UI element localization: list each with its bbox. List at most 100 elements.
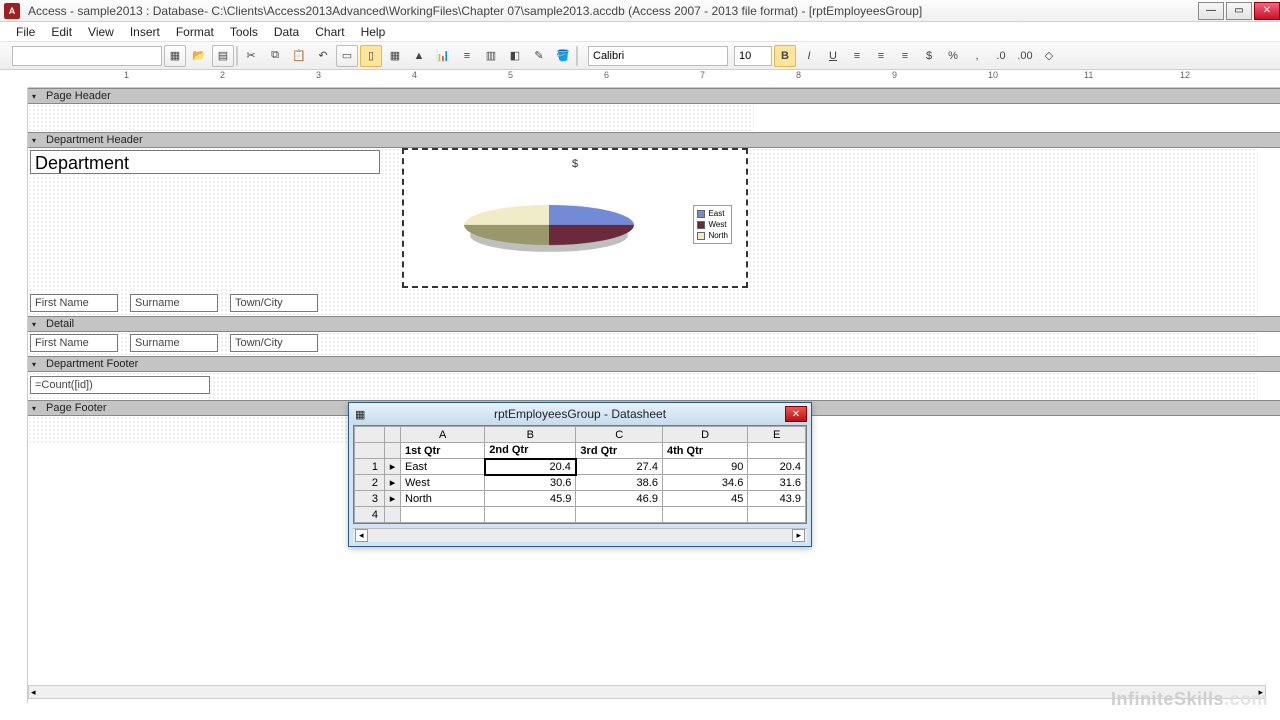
menu-tools[interactable]: Tools <box>222 25 266 39</box>
by-column-icon[interactable]: ▯ <box>360 45 382 67</box>
cut-icon[interactable]: ✂ <box>240 45 262 67</box>
cell[interactable]: 34.6 <box>662 475 747 491</box>
fill-color-icon[interactable]: 🪣 <box>552 45 574 67</box>
col-d[interactable]: D <box>662 427 747 443</box>
cell-region[interactable]: West <box>401 475 485 491</box>
scroll-left-icon[interactable]: ◂ <box>355 529 368 542</box>
menu-data[interactable]: Data <box>266 25 307 39</box>
decrease-decimal-icon[interactable]: .00 <box>1014 45 1036 67</box>
department-label[interactable]: Department <box>30 150 380 174</box>
section-label: Page Header <box>46 90 111 102</box>
scroll-right-icon[interactable]: ▸ <box>792 529 805 542</box>
maximize-button[interactable]: ▭ <box>1226 2 1252 20</box>
surname-field[interactable]: Surname <box>130 334 218 352</box>
col-a[interactable]: A <box>401 427 485 443</box>
close-button[interactable]: ✕ <box>1254 2 1280 20</box>
section-dept-header[interactable]: Department Header <box>28 132 1280 148</box>
menu-file[interactable]: File <box>8 25 43 39</box>
towncity-field[interactable]: Town/City <box>230 334 318 352</box>
undo-icon[interactable]: ↶ <box>312 45 334 67</box>
chart-type-icon[interactable]: 📊 <box>432 45 454 67</box>
align-center-icon[interactable]: ≡ <box>870 45 892 67</box>
cell[interactable]: 90 <box>662 459 747 475</box>
copy-icon[interactable]: ⧉ <box>264 45 286 67</box>
menu-help[interactable]: Help <box>353 25 394 39</box>
cell[interactable]: 45.9 <box>485 491 576 507</box>
currency-icon[interactable]: $ <box>918 45 940 67</box>
legend-north: North <box>708 230 728 241</box>
col-b[interactable]: B <box>485 427 576 443</box>
dept-footer-body[interactable]: =Count([id]) <box>28 372 1258 400</box>
towncity-header[interactable]: Town/City <box>230 294 318 312</box>
align-left-icon[interactable]: ≡ <box>846 45 868 67</box>
cell[interactable]: 43.9 <box>748 491 806 507</box>
underline-button[interactable]: U <box>822 45 844 67</box>
cell[interactable]: 31.6 <box>748 475 806 491</box>
cell[interactable]: 45 <box>662 491 747 507</box>
bold-button[interactable]: B <box>774 45 796 67</box>
section-detail[interactable]: Detail <box>28 316 1280 332</box>
scroll-left-icon[interactable]: ◂ <box>31 687 36 698</box>
properties-icon[interactable]: ▤ <box>212 45 234 67</box>
detail-body[interactable]: First Name Surname Town/City <box>28 332 1258 356</box>
italic-button[interactable]: I <box>798 45 820 67</box>
hdr-q3[interactable]: 3rd Qtr <box>576 443 663 459</box>
col-c[interactable]: C <box>576 427 663 443</box>
font-size-select[interactable]: 10 <box>734 46 772 66</box>
value-axis-icon[interactable]: ▥ <box>480 45 502 67</box>
count-expression[interactable]: =Count([id]) <box>30 376 210 394</box>
col-e[interactable]: E <box>748 427 806 443</box>
percent-icon[interactable]: % <box>942 45 964 67</box>
align-right-icon[interactable]: ≡ <box>894 45 916 67</box>
window-title: Access - sample2013 : Database- C:\Clien… <box>28 4 1196 18</box>
cell[interactable]: 30.6 <box>485 475 576 491</box>
datasheet-window[interactable]: ▦ rptEmployeesGroup - Datasheet ✕ A B C … <box>348 402 812 547</box>
drawing-icon[interactable]: ✎ <box>528 45 550 67</box>
object-selector[interactable] <box>12 46 162 66</box>
section-label: Department Header <box>46 134 143 146</box>
table-icon[interactable]: ▦ <box>384 45 406 67</box>
menu-view[interactable]: View <box>80 25 122 39</box>
cell[interactable]: 38.6 <box>576 475 663 491</box>
view-datasheet-icon[interactable]: ▦ <box>164 45 186 67</box>
cell-region[interactable]: North <box>401 491 485 507</box>
hdr-q2[interactable]: 2nd Qtr <box>485 443 576 459</box>
surname-header[interactable]: Surname <box>130 294 218 312</box>
comma-icon[interactable]: , <box>966 45 988 67</box>
menu-chart[interactable]: Chart <box>307 25 352 39</box>
font-name-select[interactable]: Calibri <box>588 46 728 66</box>
datasheet-titlebar[interactable]: ▦ rptEmployeesGroup - Datasheet ✕ <box>349 403 811 425</box>
menu-format[interactable]: Format <box>168 25 222 39</box>
datasheet-close-button[interactable]: ✕ <box>785 406 807 422</box>
datasheet-hscroll[interactable]: ◂ ▸ <box>353 528 807 542</box>
dept-header-body[interactable]: Department First Name Surname Town/City … <box>28 148 1258 316</box>
section-page-header[interactable]: Page Header <box>28 88 1280 104</box>
first-name-field[interactable]: First Name <box>30 334 118 352</box>
category-axis-icon[interactable]: ≡ <box>456 45 478 67</box>
cell[interactable]: 20.4 <box>748 459 806 475</box>
page-header-body[interactable] <box>28 104 754 132</box>
menu-insert[interactable]: Insert <box>122 25 168 39</box>
legend-icon[interactable]: ◧ <box>504 45 526 67</box>
minimize-button[interactable]: — <box>1198 2 1224 20</box>
cell[interactable]: 46.9 <box>576 491 663 507</box>
increase-decimal-icon[interactable]: .0 <box>990 45 1012 67</box>
design-hscroll[interactable]: ◂ ▸ <box>28 685 1266 699</box>
import-icon[interactable]: 📂 <box>188 45 210 67</box>
hdr-q4[interactable]: 4th Qtr <box>662 443 747 459</box>
paste-icon[interactable]: 📋 <box>288 45 310 67</box>
fill-icon[interactable]: ▲ <box>408 45 430 67</box>
chart-object[interactable]: $ East West North <box>402 148 748 288</box>
hdr-q1[interactable]: 1st Qtr <box>401 443 485 459</box>
menu-edit[interactable]: Edit <box>43 25 80 39</box>
legend-west: West <box>708 219 726 230</box>
by-row-icon[interactable]: ▭ <box>336 45 358 67</box>
angle-text-icon[interactable]: ◇ <box>1038 45 1060 67</box>
datasheet-grid[interactable]: A B C D E 1st Qtr 2nd Qtr 3rd Qtr 4th Qt… <box>353 425 807 524</box>
cell[interactable]: 20.4 <box>485 459 576 475</box>
cell[interactable]: 27.4 <box>576 459 663 475</box>
cell-region[interactable]: East <box>401 459 485 475</box>
first-name-header[interactable]: First Name <box>30 294 118 312</box>
table-row: 3▸ North 45.9 46.9 45 43.9 <box>355 491 806 507</box>
section-dept-footer[interactable]: Department Footer <box>28 356 1280 372</box>
